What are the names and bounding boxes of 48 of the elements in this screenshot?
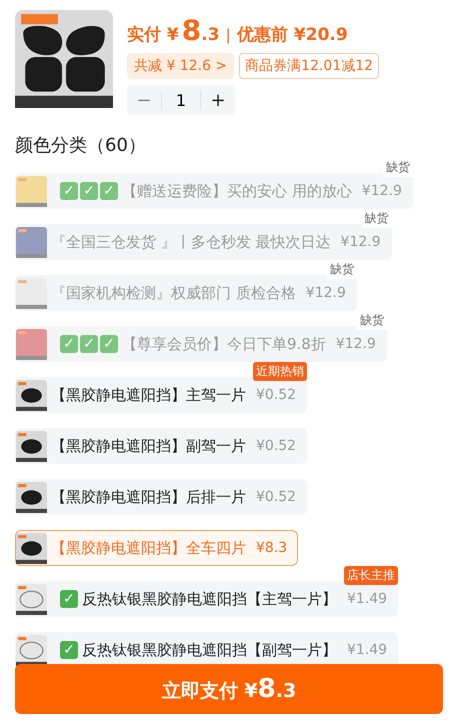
discount-button[interactable]: 共减 ¥ 12.6 > — [127, 53, 234, 79]
check-icon: ✓ — [100, 335, 118, 353]
option-name: 【黑胶静电遮阳挡】全车四片 — [51, 538, 246, 558]
option-name: 反热钛银黑胶静电遮阳挡【副驾一片】 — [82, 640, 337, 660]
option-item[interactable]: ✓ 反热钛银黑胶静电遮阳挡【主驾一片】 ¥1.49 — [15, 581, 398, 617]
check-icon: ✓ — [60, 590, 78, 608]
option-price: ¥0.52 — [256, 438, 296, 454]
status-tag: 缺货 — [382, 158, 413, 177]
option-name: 【黑胶静电遮阳挡】后排一片 — [51, 488, 246, 506]
option-price: ¥1.49 — [347, 591, 388, 607]
paid-price: 实付 ¥8.3 — [127, 14, 220, 47]
check-icon: ✓ — [80, 335, 98, 353]
check-icon: ✓ — [60, 641, 78, 659]
check-icon: ✓ — [60, 335, 78, 353]
status-tag: 缺货 — [326, 260, 357, 279]
option-name: 【赠送运费险】买的安心 用的放心 — [122, 182, 352, 200]
status-tag: 缺货 — [362, 209, 392, 228]
option-name: 【尊享会员价】今日下单9.8折 — [122, 334, 326, 354]
option-name: 反热钛银黑胶静电遮阳挡【主驾一片】 — [82, 590, 337, 608]
option-item[interactable]: 【黑胶静电遮阳挡】主驾一片 ¥0.52 — [15, 377, 308, 413]
option-name: 『全国三仓发货 』丨多仓秒发 最快次日达 — [51, 232, 331, 252]
option-item[interactable]: 【黑胶静电遮阳挡】副驾一片 ¥0.52 — [15, 428, 308, 464]
option-name: 【黑胶静电遮阳挡】副驾一片 — [51, 436, 246, 456]
option-price: ¥12.9 — [340, 234, 381, 250]
pay-button[interactable]: 立即支付 ¥8.3 — [15, 664, 443, 714]
option-price: ¥8.3 — [256, 540, 288, 556]
option-price: ¥12.9 — [336, 336, 376, 352]
status-tag: 近期热销 — [253, 362, 308, 381]
option-price: ¥0.52 — [256, 387, 296, 403]
option-item[interactable]: 【黑胶静电遮阳挡】后排一片 ¥0.52 — [15, 479, 308, 515]
status-tag: 店长主推 — [344, 566, 398, 585]
option-price: ¥12.9 — [306, 285, 346, 301]
option-name: 『国家机构检测』权威部门 质检合格 — [51, 284, 296, 302]
option-price: ¥12.9 — [362, 183, 402, 199]
check-icon: ✓ — [60, 182, 78, 200]
option-price: ¥1.49 — [347, 642, 388, 658]
separator: | — [226, 26, 232, 44]
coupon-tag: 商品券满12.01减12 — [239, 53, 380, 79]
check-icon: ✓ — [100, 182, 118, 200]
option-name: 【黑胶静电遮阳挡】主驾一片 — [51, 386, 246, 404]
option-item[interactable]: 【黑胶静电遮阳挡】全车四片 ¥8.3 — [15, 530, 298, 566]
plus-button[interactable]: + — [201, 88, 235, 112]
section-title: 颜色分类（60） — [14, 134, 147, 157]
option-price: ¥0.52 — [256, 489, 296, 505]
status-tag: 缺货 — [356, 311, 387, 330]
quantity-value[interactable]: 1 — [161, 90, 201, 110]
check-icon: ✓ — [80, 182, 98, 200]
original-price: 优惠前 ¥20.9 — [237, 24, 348, 46]
